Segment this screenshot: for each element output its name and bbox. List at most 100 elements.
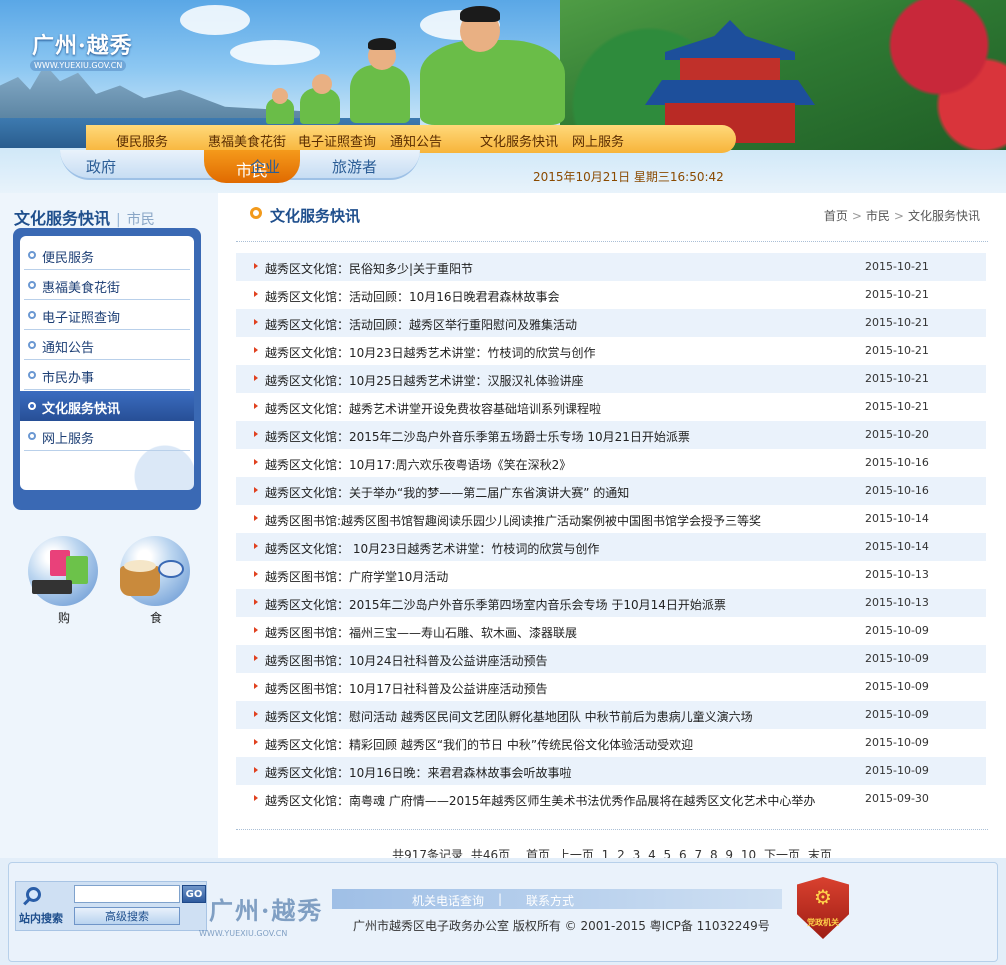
site-logo[interactable]: 广州·越秀 WWW.YUEXIU.GOV.CN [18, 14, 168, 74]
search-input[interactable] [74, 885, 180, 903]
sidebar-item-label: 网上服务 [42, 432, 95, 447]
divider [236, 829, 988, 830]
news-row[interactable]: 越秀区文化馆：2015年二沙岛户外音乐季第四场室内音乐会专场 于10月14日开始… [236, 589, 986, 617]
news-row[interactable]: 越秀区图书馆：10月17日社科普及公益讲座活动预告 2015-10-09 [236, 673, 986, 701]
advanced-search-button[interactable]: 高级搜索 [74, 907, 180, 925]
left-sidebar: 文化服务快讯 | 市民 便民服务 惠福美食花街 电子证照查询 通知公告 市民办事 文… [0, 193, 218, 858]
news-title-link[interactable]: 越秀区文化馆：10月23日越秀艺术讲堂：竹枝词的欣赏与创作 [265, 344, 596, 361]
topnav-item-food-street[interactable]: 惠福美食花街 [208, 131, 286, 150]
news-title-link[interactable]: 越秀区图书馆：福州三宝——寿山石雕、软木画、漆器联展 [265, 624, 577, 641]
news-row[interactable]: 越秀区文化馆： 10月23日越秀艺术讲堂：竹枝词的欣赏与创作 2015-10-14 [236, 533, 986, 561]
news-row[interactable]: 越秀区文化馆：关于举办“我的梦——第二届广东省演讲大赛” 的通知 2015-10-… [236, 477, 986, 505]
bullet-arrow-icon [254, 319, 258, 325]
sidebar-item-notices[interactable]: 通知公告 [24, 330, 190, 360]
bullet-icon [28, 251, 36, 259]
news-row[interactable]: 越秀区文化馆：10月25日越秀艺术讲堂：汉服汉礼体验讲座 2015-10-21 [236, 365, 986, 393]
sidebar-menu-panel: 便民服务 惠福美食花街 电子证照查询 通知公告 市民办事 文化服务快讯 网上服务 [20, 236, 194, 490]
sidebar-item-e-license[interactable]: 电子证照查询 [24, 300, 190, 330]
content-header: 文化服务快讯 首页 > 市民 > 文化服务快讯 [236, 203, 988, 227]
footer-links: 机关电话查询 | 联系方式 [332, 889, 782, 909]
news-row[interactable]: 越秀区文化馆：南粤魂 广府情——2015年越秀区师生美术书法优秀作品展将在越秀区… [236, 785, 986, 813]
quick-link-shopping[interactable]: 购 [28, 536, 100, 626]
news-title-link[interactable]: 越秀区图书馆：广府学堂10月活动 [265, 568, 448, 585]
news-row[interactable]: 越秀区图书馆:越秀区图书馆智趣阅读乐园少儿阅读推广活动案例被中国图书馆学会授予三… [236, 505, 986, 533]
bullet-arrow-icon [254, 571, 258, 577]
sidebar-menu: 便民服务 惠福美食花街 电子证照查询 通知公告 市民办事 文化服务快讯 网上服务 [13, 228, 201, 510]
sidebar-item-culture-news[interactable]: 文化服务快讯 [20, 391, 194, 421]
sidebar-item-citizen-affairs[interactable]: 市民办事 [24, 360, 190, 390]
sidebar-title-separator: | [116, 212, 121, 228]
bullet-arrow-icon [254, 515, 258, 521]
copyright: 广州市越秀区电子政务办公室 版权所有 © 2001-2015 粤ICP备 110… [353, 919, 770, 933]
banner-kid [272, 88, 288, 104]
section-ring-icon [250, 207, 262, 219]
news-title-link[interactable]: 越秀区文化馆：活动回顾：越秀区举行重阳慰问及雅集活动 [265, 316, 577, 333]
news-title-link[interactable]: 越秀区文化馆：慰问活动 越秀区民间文艺团队孵化基地团队 中秋节前后为患病儿童义演… [265, 708, 753, 725]
news-title-link[interactable]: 越秀区文化馆：10月25日越秀艺术讲堂：汉服汉礼体验讲座 [265, 372, 584, 389]
banner-temple [645, 80, 815, 105]
tab-tourist[interactable]: 旅游者 [332, 156, 377, 177]
footer-link-contact[interactable]: 联系方式 [526, 892, 574, 909]
news-title-link[interactable]: 越秀区图书馆：10月24日社科普及公益讲座活动预告 [265, 652, 548, 669]
news-title-link[interactable]: 越秀区文化馆：越秀艺术讲堂开设免费妆容基础培训系列课程啦 [265, 400, 601, 417]
dim-sum-icon [120, 536, 190, 606]
news-date: 2015-10-21 [865, 372, 929, 385]
party-government-badge[interactable]: ⚙ 党政机关 [797, 877, 849, 939]
news-title-link[interactable]: 越秀区文化馆：精彩回顾 越秀区“我们的节日 中秋”传统民俗文化体验活动受欢迎 [265, 736, 693, 753]
topnav-item-notices[interactable]: 通知公告 [390, 131, 442, 150]
news-title-link[interactable]: 越秀区图书馆:越秀区图书馆智趣阅读乐园少儿阅读推广活动案例被中国图书馆学会授予三… [265, 512, 761, 529]
quick-link-food[interactable]: 食 [120, 536, 192, 626]
top-nav: 便民服务 惠福美食花街 电子证照查询 通知公告 文化服务快讯 网上服务 [86, 125, 736, 153]
news-date: 2015-10-21 [865, 260, 929, 273]
tab-government[interactable]: 政府 [86, 156, 116, 177]
news-title-link[interactable]: 越秀区图书馆：10月17日社科普及公益讲座活动预告 [265, 680, 548, 697]
news-date: 2015-09-30 [865, 792, 929, 805]
chevron-right-icon: > [893, 209, 904, 223]
news-row[interactable]: 越秀区文化馆：民俗知多少|关于重阳节 2015-10-21 [236, 253, 986, 281]
news-date: 2015-10-09 [865, 624, 929, 637]
news-title-link[interactable]: 越秀区文化馆：关于举办“我的梦——第二届广东省演讲大赛” 的通知 [265, 484, 629, 501]
news-row[interactable]: 越秀区文化馆：精彩回顾 越秀区“我们的节日 中秋”传统民俗文化体验活动受欢迎 20… [236, 729, 986, 757]
tab-enterprise[interactable]: 企业 [250, 156, 280, 177]
bullet-arrow-icon [254, 291, 258, 297]
news-row[interactable]: 越秀区文化馆：2015年二沙岛户外音乐季第五场爵士乐专场 10月21日开始派票 2… [236, 421, 986, 449]
news-row[interactable]: 越秀区文化馆：10月17:周六欢乐夜粤语场《笑在深秋2》 2015-10-16 [236, 449, 986, 477]
breadcrumb-home[interactable]: 首页 [824, 209, 848, 223]
news-title-link[interactable]: 越秀区文化馆：10月16日晚：来君君森林故事会听故事啦 [265, 764, 572, 781]
news-row[interactable]: 越秀区文化馆：活动回顾：越秀区举行重阳慰问及雅集活动 2015-10-21 [236, 309, 986, 337]
sidebar-item-label: 惠福美食花街 [42, 281, 121, 296]
footer-link-phone-directory[interactable]: 机关电话查询 [412, 892, 484, 909]
topnav-item-culture-news[interactable]: 文化服务快讯 [480, 131, 558, 150]
news-title-link[interactable]: 越秀区文化馆：民俗知多少|关于重阳节 [265, 260, 473, 277]
bullet-arrow-icon [254, 375, 258, 381]
bullet-arrow-icon [254, 739, 258, 745]
sidebar-item-online-service[interactable]: 网上服务 [24, 421, 190, 451]
news-row[interactable]: 越秀区文化馆：10月23日越秀艺术讲堂：竹枝词的欣赏与创作 2015-10-21 [236, 337, 986, 365]
bullet-icon [28, 402, 36, 410]
bullet-arrow-icon [254, 627, 258, 633]
sidebar-item-convenience[interactable]: 便民服务 [24, 240, 190, 270]
news-title-link[interactable]: 越秀区文化馆： 10月23日越秀艺术讲堂：竹枝词的欣赏与创作 [265, 540, 599, 557]
news-row[interactable]: 越秀区图书馆：10月24日社科普及公益讲座活动预告 2015-10-09 [236, 645, 986, 673]
news-row[interactable]: 越秀区图书馆：福州三宝——寿山石雕、软木画、漆器联展 2015-10-09 [236, 617, 986, 645]
divider [236, 241, 988, 242]
bullet-arrow-icon [254, 655, 258, 661]
news-title-link[interactable]: 越秀区文化馆：2015年二沙岛户外音乐季第五场爵士乐专场 10月21日开始派票 [265, 428, 690, 445]
breadcrumb-citizen[interactable]: 市民 [866, 209, 890, 223]
news-title-link[interactable]: 越秀区文化馆：2015年二沙岛户外音乐季第四场室内音乐会专场 于10月14日开始… [265, 596, 726, 613]
news-title-link[interactable]: 越秀区文化馆：活动回顾：10月16日晚君君森林故事会 [265, 288, 560, 305]
news-row[interactable]: 越秀区文化馆：活动回顾：10月16日晚君君森林故事会 2015-10-21 [236, 281, 986, 309]
news-row[interactable]: 越秀区文化馆：10月16日晚：来君君森林故事会听故事啦 2015-10-09 [236, 757, 986, 785]
news-row[interactable]: 越秀区文化馆：越秀艺术讲堂开设免费妆容基础培训系列课程啦 2015-10-21 [236, 393, 986, 421]
news-row[interactable]: 越秀区文化馆：慰问活动 越秀区民间文艺团队孵化基地团队 中秋节前后为患病儿童义演… [236, 701, 986, 729]
topnav-item-online-service[interactable]: 网上服务 [572, 131, 624, 150]
topnav-item-e-license[interactable]: 电子证照查询 [298, 131, 376, 150]
sidebar-item-food-street[interactable]: 惠福美食花街 [24, 270, 190, 300]
news-title-link[interactable]: 越秀区文化馆：10月17:周六欢乐夜粤语场《笑在深秋2》 [265, 456, 571, 473]
news-title-link[interactable]: 越秀区文化馆：南粤魂 广府情——2015年越秀区师生美术书法优秀作品展将在越秀区… [265, 792, 815, 809]
logo-text: 广州·越秀 [32, 33, 133, 59]
topnav-item-convenience[interactable]: 便民服务 [116, 131, 168, 150]
news-row[interactable]: 越秀区图书馆：广府学堂10月活动 2015-10-13 [236, 561, 986, 589]
badge-emblem-icon: ⚙ [814, 885, 832, 909]
current-datetime: 2015年10月21日 星期三16:50:42 [533, 170, 724, 184]
